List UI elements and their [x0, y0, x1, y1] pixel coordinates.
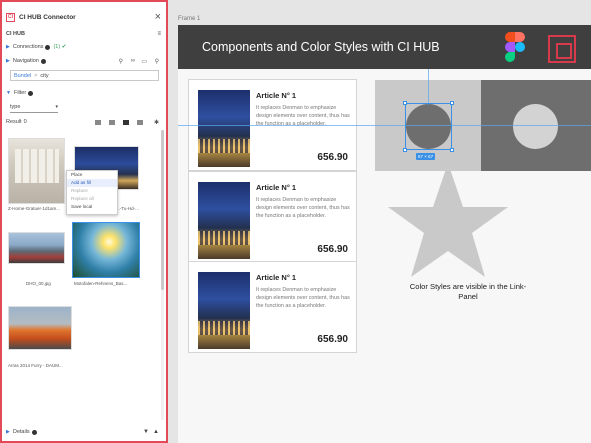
search-icon[interactable]: ⚲: [155, 58, 159, 65]
frame-label[interactable]: Frame 1: [178, 16, 200, 22]
menu-item-place[interactable]: Place: [67, 171, 117, 179]
card-price: 656.90: [317, 334, 348, 345]
frame-header: Components and Color Styles with CI HUB: [178, 25, 591, 69]
circle-light-shape[interactable]: [513, 104, 558, 149]
link-icon[interactable]: ∞: [131, 58, 135, 64]
result-toolbar: Result 0 ✱: [6, 116, 161, 128]
section-label: CI HUB: [6, 31, 25, 37]
card-image: [198, 182, 250, 259]
thumbnail-caption: Arras 2014 Furry - DAUM...: [8, 363, 63, 368]
asset-thumbnail[interactable]: [8, 232, 65, 264]
chevron-down-icon: ▾: [55, 103, 58, 110]
info-icon: [45, 44, 51, 50]
navigation-label: Navigation: [12, 58, 39, 64]
thumbnail-caption: DHO_00.jpg: [26, 281, 51, 286]
card-image: [198, 90, 250, 167]
filter-row[interactable]: ▼ Filter: [6, 87, 161, 99]
thumbnail-caption: ...-Tu-Hd-...: [116, 206, 139, 211]
expand-icon[interactable]: ▶: [6, 58, 10, 64]
asset-thumbnail[interactable]: [8, 138, 65, 204]
star-shape[interactable]: [388, 163, 508, 281]
info-icon: [31, 429, 37, 435]
info-icon: [28, 90, 34, 96]
expand-icon[interactable]: ▼: [6, 90, 11, 96]
result-label: Result: [6, 119, 22, 125]
search-icon[interactable]: ⚲: [119, 58, 123, 65]
info-icon: [40, 58, 46, 64]
expand-icon[interactable]: ▶: [6, 429, 10, 435]
smart-guide-horizontal: [178, 125, 591, 126]
section-header: CI HUB ≡: [6, 28, 161, 40]
upload-icon[interactable]: ▲: [153, 429, 159, 435]
color-styles-caption: Color Styles are visible in the Link-Pan…: [409, 282, 527, 301]
result-count: 0: [23, 119, 27, 125]
menu-item-replace-all[interactable]: Replace all: [67, 195, 117, 203]
filter-label: Filter: [13, 90, 27, 96]
details-row[interactable]: ▶ Details ▼ ▲: [6, 426, 161, 438]
navigation-row[interactable]: ▶ Navigation ⚲ ∞ ▭ ⚲: [6, 55, 161, 67]
header-title: Components and Color Styles with CI HUB: [202, 40, 440, 54]
selection-box[interactable]: [403, 101, 454, 152]
list-view-icon[interactable]: [95, 119, 101, 125]
details-label: Details: [12, 429, 30, 435]
card-title: Article N° 1: [256, 183, 297, 192]
menu-item-replace[interactable]: Replace: [67, 187, 117, 195]
resize-handle[interactable]: [403, 101, 407, 105]
thumbnail-image: [15, 149, 59, 183]
design-frame[interactable]: Components and Color Styles with CI HUB …: [178, 25, 591, 443]
menu-item-add-as-fill[interactable]: Add as fill: [67, 179, 117, 187]
figma-logo-icon: [505, 32, 525, 62]
resize-handle[interactable]: [403, 148, 407, 152]
resize-handle[interactable]: [450, 148, 454, 152]
filter-select-value: type: [10, 103, 21, 110]
folder-icon[interactable]: ▭: [141, 58, 147, 65]
asset-thumbnail[interactable]: [8, 306, 72, 350]
card-description: It replaces Denman to emphasize design e…: [256, 287, 350, 309]
filter-select[interactable]: type ▾: [10, 101, 58, 113]
context-menu: Place Add as fill Replace Replace all Sa…: [66, 170, 118, 215]
gear-icon[interactable]: ✱: [154, 119, 159, 126]
connections-status: (1) ✔: [53, 44, 67, 50]
connections-row[interactable]: ▶ Connections (1) ✔: [6, 41, 161, 53]
chip-remove-icon[interactable]: ×: [34, 73, 37, 79]
card-price: 656.90: [317, 244, 348, 255]
dimension-badge: 67 × 67: [416, 153, 436, 160]
card-description: It replaces Denman to emphasize design e…: [256, 197, 350, 219]
tile-view-icon[interactable]: [123, 119, 129, 125]
download-icon[interactable]: ▼: [143, 429, 149, 435]
ci-hub-logo-icon: [548, 35, 576, 63]
search-input[interactable]: Bundel × city: [10, 70, 159, 81]
large-view-icon[interactable]: [137, 119, 143, 125]
card-title: Article N° 1: [256, 91, 297, 100]
asset-thumbnail-selected[interactable]: [72, 222, 140, 278]
card-price: 656.90: [317, 152, 348, 163]
connections-label: Connections: [12, 44, 44, 50]
ci-hub-panel: CI CI HUB Connector × CI HUB ≡ ▶ Connect…: [0, 0, 168, 443]
smart-guide-vertical: [428, 69, 429, 105]
card-image: [198, 272, 250, 349]
resize-handle[interactable]: [450, 101, 454, 105]
panel-title: CI HUB Connector: [19, 13, 76, 21]
design-canvas[interactable]: Frame 1 Components and Color Styles with…: [168, 0, 591, 443]
product-card[interactable]: Article N° 1 It replaces Denman to empha…: [188, 171, 357, 263]
panel-title-bar: CI CI HUB Connector ×: [6, 11, 161, 23]
thumbnail-caption: Z-Home-Gratuer-1d1am...: [8, 206, 61, 211]
scrollbar-thumb[interactable]: [161, 130, 164, 290]
menu-icon[interactable]: ≡: [157, 31, 161, 37]
ci-hub-logo-icon: CI: [6, 12, 15, 22]
grid-view-icon[interactable]: [109, 119, 115, 125]
card-title: Article N° 1: [256, 273, 297, 282]
search-value: city: [40, 72, 49, 79]
thumbnail-caption: Motofalen-Rehnens_Bas...: [74, 281, 128, 286]
bundle-chip[interactable]: Bundel: [14, 73, 31, 79]
close-icon[interactable]: ×: [155, 11, 161, 23]
expand-icon[interactable]: ▶: [6, 44, 10, 50]
menu-item-save-local[interactable]: Save local: [67, 203, 117, 211]
product-card[interactable]: Article N° 1 It replaces Denman to empha…: [188, 261, 357, 353]
